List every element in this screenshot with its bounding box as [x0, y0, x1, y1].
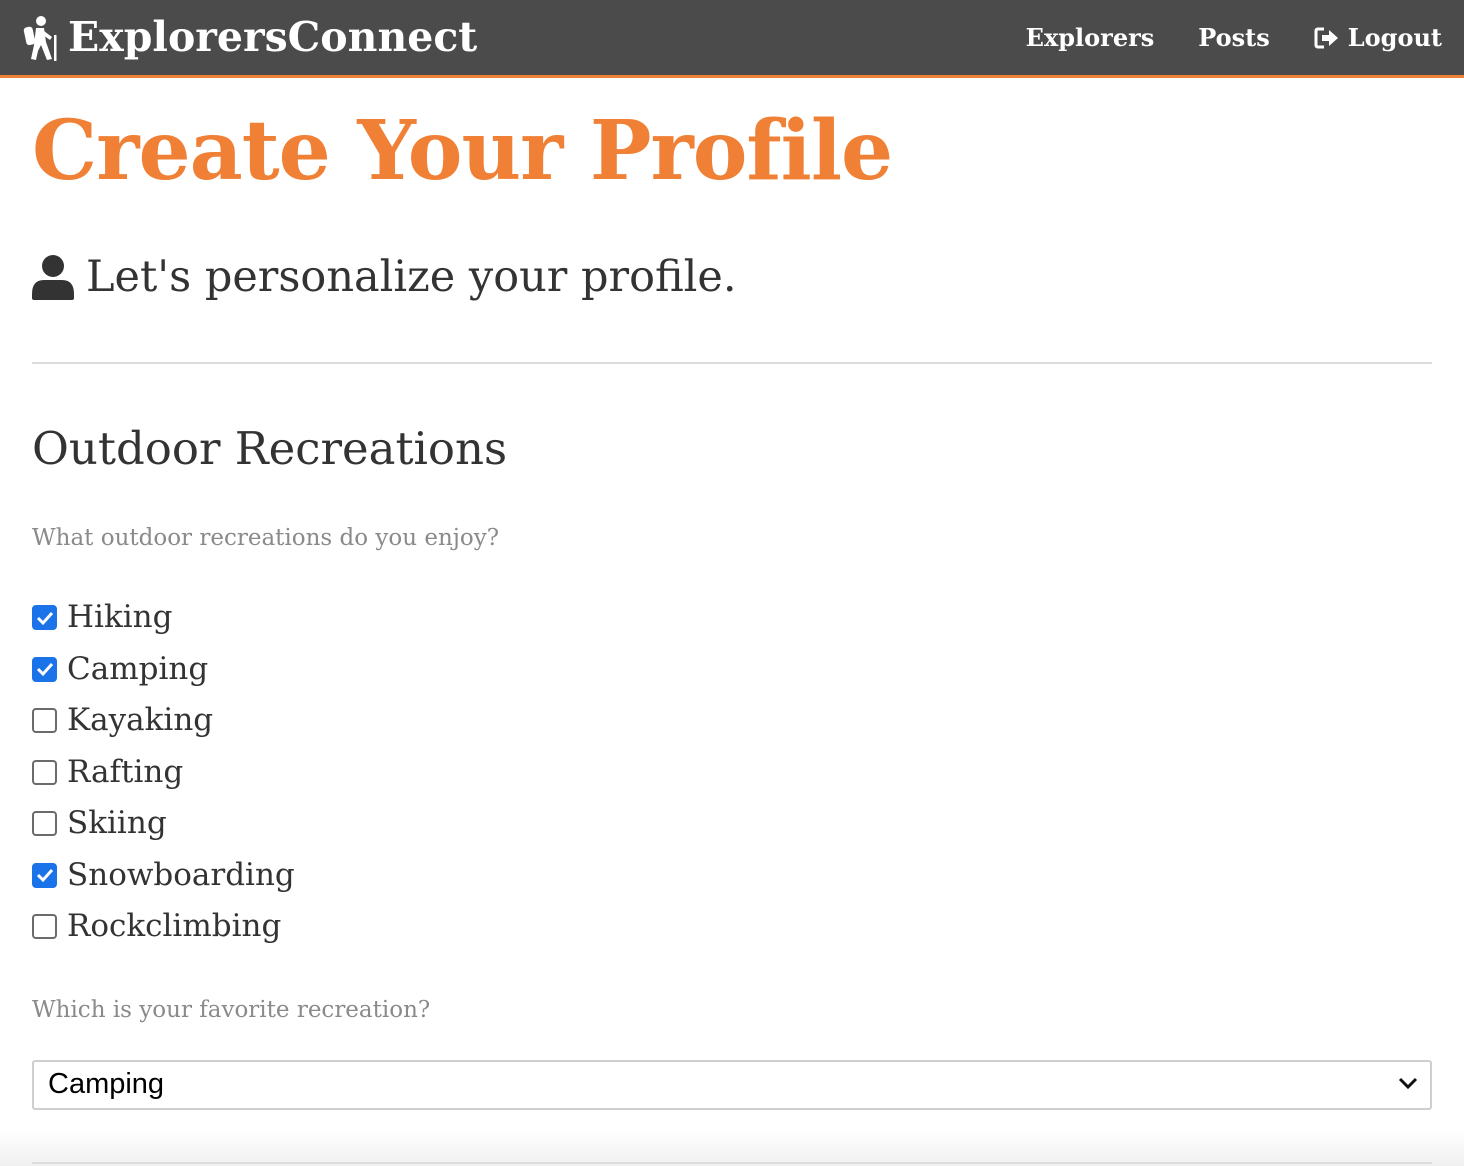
bottom-shade — [0, 1130, 1464, 1166]
section-title: Outdoor Recreations — [32, 422, 508, 476]
recreations-checkbox-list: Hiking Camping Kayaking Rafting Skiing S… — [32, 592, 1432, 953]
profile-subtitle: Let's personalize your profile. — [32, 251, 1432, 302]
nav-links: Explorers Posts Logout — [1026, 23, 1442, 52]
recreations-question: What outdoor recreations do you enjoy? — [32, 525, 500, 552]
nav-link-explorers-label: Explorers — [1025, 23, 1155, 52]
brand-link[interactable]: ExplorersConnect — [22, 15, 477, 61]
section-divider — [32, 362, 1432, 365]
recreation-label[interactable]: Rafting — [67, 756, 183, 788]
main-content: Create Your Profile Let's personalize yo… — [32, 78, 1432, 1110]
nav-link-posts[interactable]: Posts — [1198, 23, 1270, 52]
recreation-label[interactable]: Rockclimbing — [67, 911, 281, 942]
favorite-question: Which is your favorite recreation? — [32, 996, 431, 1023]
bottom-divider — [32, 1162, 1432, 1164]
recreation-option[interactable]: Rockclimbing — [32, 901, 1432, 953]
recreation-checkbox[interactable] — [32, 811, 57, 837]
recreation-checkbox[interactable] — [32, 605, 57, 631]
logout-icon — [1314, 27, 1340, 49]
chevron-down-icon — [1398, 1075, 1418, 1094]
brand-name: ExplorersConnect — [68, 13, 478, 61]
recreation-option[interactable]: Skiing — [32, 798, 1432, 850]
subtitle-text: Let's personalize your profile. — [86, 251, 737, 302]
favorite-selected-value: Camping — [48, 1068, 165, 1101]
recreation-label[interactable]: Camping — [67, 653, 208, 685]
recreation-label[interactable]: Kayaking — [67, 705, 213, 736]
recreation-option[interactable]: Kayaking — [32, 695, 1432, 747]
user-icon — [32, 254, 74, 301]
recreation-label[interactable]: Skiing — [67, 808, 167, 839]
recreation-checkbox[interactable] — [32, 759, 57, 785]
recreation-option[interactable]: Hiking — [32, 592, 1432, 644]
nav-link-posts-label: Posts — [1198, 23, 1270, 52]
hiker-icon — [22, 15, 58, 61]
favorite-recreation-select[interactable]: Camping — [32, 1059, 1432, 1110]
logout-label: Logout — [1347, 23, 1442, 52]
recreation-option[interactable]: Snowboarding — [32, 850, 1432, 902]
logout-link[interactable]: Logout — [1314, 23, 1442, 52]
recreation-checkbox[interactable] — [32, 656, 57, 682]
recreation-label[interactable]: Hiking — [67, 602, 172, 633]
recreation-option[interactable]: Rafting — [32, 747, 1432, 799]
recreation-checkbox[interactable] — [32, 708, 57, 734]
page-title: Create Your Profile — [32, 103, 893, 199]
navbar: ExplorersConnect Explorers Posts Logout — [0, 0, 1464, 78]
recreation-option[interactable]: Camping — [32, 644, 1432, 696]
recreation-label[interactable]: Snowboarding — [67, 859, 295, 891]
recreation-checkbox[interactable] — [32, 862, 57, 888]
nav-link-explorers[interactable]: Explorers — [1026, 23, 1155, 52]
recreation-checkbox[interactable] — [32, 914, 57, 940]
